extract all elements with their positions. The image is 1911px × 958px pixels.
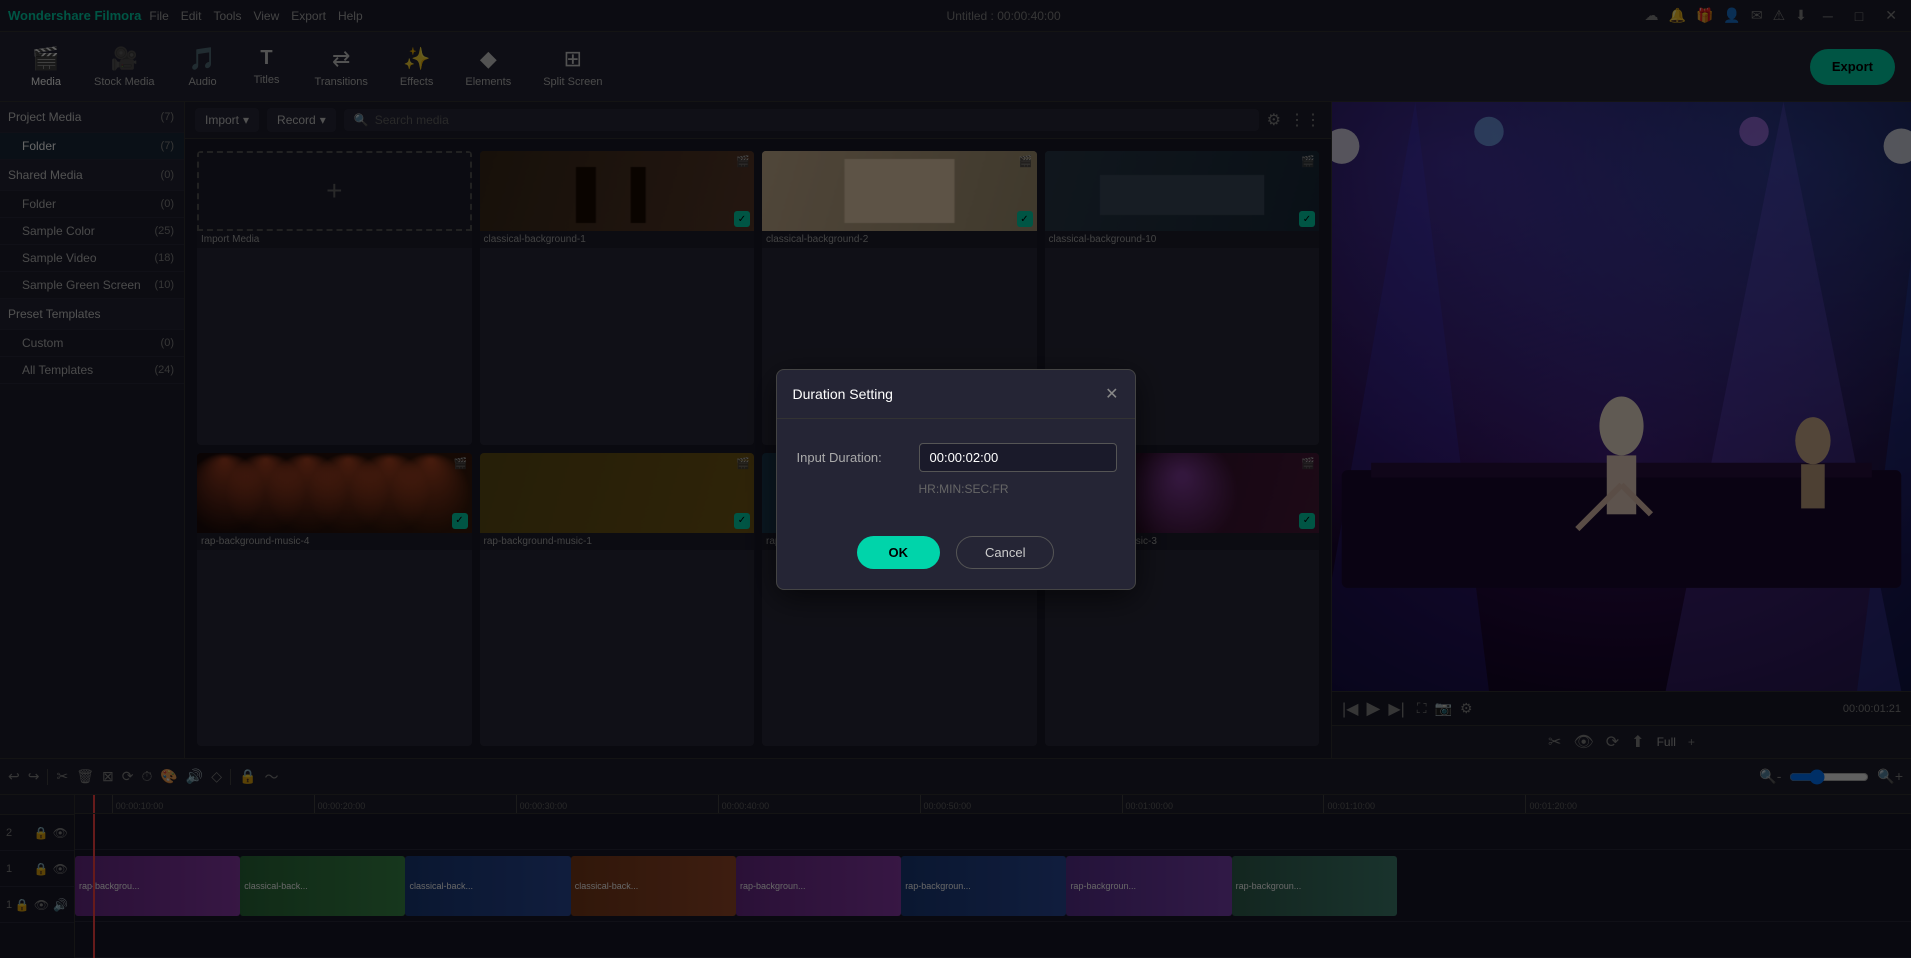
duration-input[interactable] (919, 443, 1117, 472)
duration-hint: HR:MIN:SEC:FR (919, 482, 1115, 496)
dialog-title: Duration Setting (793, 386, 893, 402)
dialog-footer: OK Cancel (777, 520, 1135, 589)
dialog-title-bar: Duration Setting ✕ (777, 370, 1135, 419)
dialog-body: Input Duration: HR:MIN:SEC:FR (777, 419, 1135, 520)
input-duration-label: Input Duration: (797, 450, 907, 465)
dialog-input-row: Input Duration: (797, 443, 1115, 472)
dialog-close-button[interactable]: ✕ (1105, 384, 1118, 404)
dialog-ok-button[interactable]: OK (857, 536, 941, 569)
duration-dialog: Duration Setting ✕ Input Duration: HR:MI… (776, 369, 1136, 590)
dialog-overlay: Duration Setting ✕ Input Duration: HR:MI… (0, 0, 1911, 958)
dialog-cancel-button[interactable]: Cancel (956, 536, 1054, 569)
